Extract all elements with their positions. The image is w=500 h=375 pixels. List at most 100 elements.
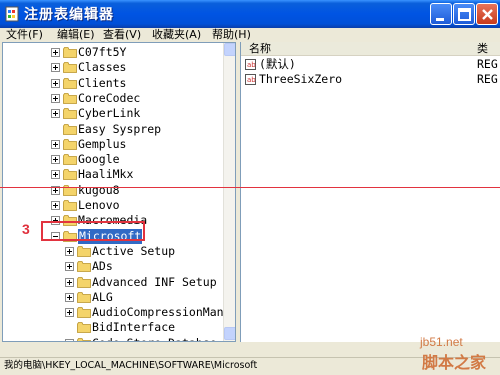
folder-icon: [77, 261, 91, 273]
folder-icon: [63, 169, 77, 181]
folder-icon: [63, 200, 77, 211]
tree-node[interactable]: CyberLink: [3, 106, 223, 121]
title-bar[interactable]: 注册表编辑器: [0, 0, 500, 28]
maximize-button[interactable]: [453, 3, 475, 25]
expand-icon[interactable]: [51, 109, 60, 119]
tree-node-label: Clients: [78, 75, 127, 90]
menu-file[interactable]: 文件(F): [6, 28, 43, 42]
folder-icon: [63, 123, 77, 135]
value-name: ThreeSixZero: [259, 72, 343, 86]
tree-node-label: CyberLink: [78, 106, 141, 121]
menu-bar: 文件(F) 编辑(E) 查看(V) 收藏夹(A) 帮助(H): [0, 28, 500, 42]
tree-node-label: Advanced INF Setup: [92, 274, 217, 289]
folder-icon: [63, 77, 77, 89]
folder-icon: [63, 154, 77, 165]
folder-icon: [77, 291, 91, 303]
tree-node[interactable]: ALG: [3, 290, 223, 305]
folder-icon: [77, 322, 91, 334]
tree-node[interactable]: Active Setup: [3, 244, 223, 259]
string-value-icon: ab: [245, 59, 256, 70]
expand-icon[interactable]: [51, 63, 60, 73]
tree-node[interactable]: Code Store Databse: [3, 336, 223, 341]
annotation-highlight-box: [41, 221, 145, 241]
svg-text:ab: ab: [247, 76, 256, 84]
tree-node-label: Lenovo: [78, 198, 120, 212]
tree-node[interactable]: Classes: [3, 60, 223, 75]
tree-node[interactable]: HaaliMkx: [3, 167, 223, 182]
tree-node[interactable]: ADs: [3, 259, 223, 274]
expand-icon[interactable]: [51, 170, 60, 180]
tree-node-label: AudioCompressionMana: [92, 305, 231, 320]
column-type-header[interactable]: 类: [477, 42, 488, 56]
minimize-button[interactable]: [430, 3, 452, 25]
folder-icon: [77, 307, 91, 318]
expand-icon[interactable]: [51, 201, 60, 210]
folder-icon: [77, 245, 91, 257]
close-icon: [482, 9, 493, 20]
close-button[interactable]: [476, 3, 498, 25]
watermark-brand: 脚本之家: [422, 355, 487, 372]
tree-node-label: BidInterface: [92, 320, 176, 335]
menu-view[interactable]: 查看(V): [103, 28, 141, 42]
expand-icon[interactable]: [65, 277, 74, 287]
expand-icon[interactable]: [65, 338, 74, 341]
tree-node-label: ADs: [92, 259, 113, 274]
tree-node[interactable]: Gemplus: [3, 137, 223, 152]
list-header: 名称 类: [241, 42, 500, 56]
tree-node[interactable]: Google: [3, 152, 223, 167]
tree-node-label: ALG: [92, 289, 113, 304]
svg-text:ab: ab: [247, 61, 256, 69]
menu-favorites[interactable]: 收藏夹(A): [152, 28, 201, 42]
tree-node[interactable]: CoreCodec: [3, 91, 223, 106]
expand-icon[interactable]: [65, 292, 74, 302]
tree-node-label: C07ft5Y: [78, 45, 127, 59]
expand-icon[interactable]: [65, 308, 74, 318]
folder-icon: [77, 337, 91, 341]
tree-node-label: Google: [78, 152, 120, 167]
column-name-header[interactable]: 名称: [249, 42, 271, 56]
tree-node[interactable]: AudioCompressionMana: [3, 305, 230, 320]
tree-node[interactable]: Lenovo: [3, 198, 223, 213]
annotation-number: 3: [22, 221, 30, 237]
expand-icon[interactable]: [51, 48, 60, 57]
folder-icon: [77, 276, 91, 288]
registry-tree[interactable]: C07ft5Y Classes Clients CoreCodec CyberLink E…: [2, 42, 236, 342]
folder-icon: [63, 62, 77, 74]
tree-node[interactable]: Clients: [3, 76, 223, 91]
tree-node-label: Gemplus: [78, 136, 127, 151]
menu-edit[interactable]: 编辑(E): [57, 28, 95, 42]
window-title: 注册表编辑器: [24, 7, 114, 23]
expand-icon[interactable]: [65, 262, 74, 272]
folder-icon: [63, 108, 77, 120]
tree-node[interactable]: C07ft5Y: [3, 45, 223, 60]
minimize-icon: [436, 18, 444, 21]
expand-icon[interactable]: [51, 93, 60, 103]
value-type: REG: [477, 57, 498, 71]
tree-node-label: CoreCodec: [78, 90, 141, 105]
expand-icon[interactable]: [51, 139, 60, 149]
annotation-line: [0, 187, 500, 188]
tree-scrollbar[interactable]: [223, 43, 235, 341]
tree-node[interactable]: Easy Sysprep: [3, 122, 223, 137]
watermark-url: jb51.net: [420, 335, 463, 349]
folder-icon: [63, 138, 77, 150]
maximize-icon: [458, 8, 471, 21]
expand-icon[interactable]: [65, 246, 74, 256]
tree-node[interactable]: kugou8: [3, 183, 223, 198]
menu-help[interactable]: 帮助(H): [212, 28, 251, 42]
tree-node-label: kugou8: [78, 182, 120, 197]
tree-node-label: Classes: [78, 60, 127, 75]
tree-node[interactable]: Advanced INF Setup: [3, 275, 223, 290]
tree-node[interactable]: BidInterface: [3, 320, 223, 335]
scroll-up-button[interactable]: [224, 43, 235, 56]
expand-icon[interactable]: [51, 155, 60, 165]
tree-node-label: Easy Sysprep: [78, 121, 162, 136]
scroll-down-button[interactable]: [224, 327, 235, 340]
expand-icon[interactable]: [51, 78, 60, 88]
tree-node-label: HaaliMkx: [78, 167, 134, 182]
folder-icon: [63, 47, 77, 58]
tree-node-label: Active Setup: [92, 243, 176, 258]
value-name: (默认): [259, 57, 296, 71]
values-list[interactable]: 名称 类 ab (默认) REG ab ThreeSixZero REG: [240, 42, 500, 342]
tree-node-label: Code Store Databse: [92, 336, 217, 341]
